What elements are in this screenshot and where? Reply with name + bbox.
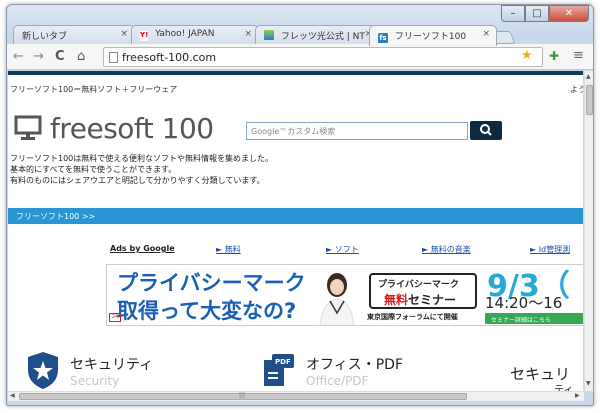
intro-line: フリーソフト100は無料で使える便利なソフトや無料情報を集めました。 (10, 154, 274, 163)
ad-banner[interactable]: プライバシーマーク 取得って大変なの? 24 プライバシーマーク 無料セミナー … (106, 264, 583, 326)
custom-search-input[interactable]: Google™カスタム検索 (246, 122, 468, 140)
seminar-box-label: 無料セミナー (384, 291, 456, 308)
ad-link-id-management[interactable]: ► Id管理測 (530, 244, 570, 255)
ads-by-google-label[interactable]: Ads by Google (110, 244, 175, 253)
tab-yahoo[interactable]: Y! Yahoo! JAPAN × (131, 25, 259, 45)
page-viewport: フリーソフト100＝無料ソフト＋フリーウェア ようこ freesoft 100 … (8, 71, 583, 391)
search-icon (480, 124, 492, 136)
seminar-free-label: 無料 (384, 293, 409, 307)
intro-line: 有料のものにはシェアウエアと明記して分かりやすく分類しています。 (10, 176, 265, 185)
header-stripe (8, 71, 583, 75)
horizontal-scrollbar[interactable]: ◀ ||| ▶ (8, 391, 584, 401)
freesoft-favicon-icon: fs (378, 33, 388, 43)
bookmark-star-icon[interactable]: ★ (521, 48, 533, 63)
tab-new-tab[interactable]: 新しいタブ × (13, 25, 135, 45)
scroll-up-arrow-icon[interactable]: ▲ (586, 73, 591, 80)
chrome-menu-icon[interactable]: ≡ (573, 48, 584, 63)
logo-text: freesoft 100 (50, 111, 214, 145)
page-icon (109, 52, 118, 63)
seminar-box: プライバシーマーク 無料セミナー (369, 273, 477, 309)
tab-label: フリーソフト100 (394, 32, 467, 42)
pdf-document-icon: PDF (264, 354, 294, 386)
shield-icon (28, 352, 58, 389)
tab-close-icon[interactable]: × (482, 29, 490, 39)
tab-label: Yahoo! JAPAN (155, 29, 215, 39)
back-button[interactable]: ← (13, 49, 24, 64)
browser-window: 新しいタブ × Y! Yahoo! JAPAN × フレッツ光公式 | NT ×… (6, 4, 594, 406)
monitor-icon (14, 115, 42, 140)
scroll-left-arrow-icon[interactable]: ◀ (10, 392, 15, 399)
welcome-text: ようこ (570, 85, 583, 94)
seminar-details-button[interactable]: セミナー詳細はこちら (485, 313, 583, 324)
banner-badge: 24 (109, 313, 121, 322)
tab-strip: 新しいタブ × Y! Yahoo! JAPAN × フレッツ光公式 | NT ×… (7, 5, 593, 46)
window-controls: – □ ✕ (501, 5, 589, 22)
tab-label: フレッツ光公式 | NT (280, 32, 365, 42)
tab-flets[interactable]: フレッツ光公式 | NT × (255, 25, 379, 45)
section-nav-link[interactable]: フリーソフト100 >> (16, 211, 95, 222)
reload-button[interactable]: C (55, 49, 65, 64)
address-bar[interactable]: freesoft-100.com (103, 47, 543, 67)
minimize-button[interactable]: – (501, 5, 525, 22)
address-url: freesoft-100.com (122, 51, 217, 64)
tab-close-icon[interactable]: × (244, 29, 252, 39)
scroll-right-arrow-icon[interactable]: ▶ (575, 392, 580, 399)
yahoo-favicon-icon: Y! (140, 31, 149, 41)
ad-link-free[interactable]: ► 無料 (216, 244, 241, 255)
ad-link-free-music[interactable]: ► 無料の音楽 (422, 244, 471, 255)
browser-toolbar: ← → C ⌂ freesoft-100.com ★ ✚ ≡ (7, 44, 593, 70)
banner-headline-2: 取得って大変なの? (117, 299, 297, 323)
home-button[interactable]: ⌂ (77, 49, 85, 64)
close-window-button[interactable]: ✕ (549, 5, 589, 22)
extension-icon[interactable]: ✚ (549, 49, 559, 63)
site-logo[interactable]: freesoft 100 (14, 111, 214, 145)
seminar-time: 14:20〜16 (485, 294, 563, 312)
ad-links-row: Ads by Google ► 無料 ► ソフト ► 無料の音楽 ► Id管理測 (8, 244, 583, 256)
category-title: セキュリティ (70, 357, 154, 373)
banner-headline-1: プライバシーマーク (117, 271, 306, 295)
category-subtitle: Security (70, 374, 120, 388)
category-subtitle: Office/PDF (306, 374, 369, 388)
cut-off-category-subtitle: ティ (554, 385, 574, 391)
ad-link-software[interactable]: ► ソフト (326, 244, 359, 255)
svg-text:PDF: PDF (275, 358, 291, 366)
intro-text: フリーソフト100は無料で使える便利なソフトや無料情報を集めました。 基本的にす… (10, 153, 273, 186)
seminar-label: セミナー (408, 293, 457, 307)
category-office-pdf[interactable]: PDF オフィス・PDF Office/PDF (262, 350, 462, 390)
scroll-grip-icon: ||| (239, 392, 246, 399)
search-button[interactable] (470, 121, 502, 140)
seminar-box-title: プライバシーマーク (378, 280, 459, 290)
intro-line: 基本的にすべてを無料で使うことができます。 (10, 165, 177, 174)
scroll-down-arrow-icon[interactable]: ▼ (586, 380, 591, 387)
section-nav-bar[interactable]: フリーソフト100 >> (8, 208, 583, 224)
forward-button[interactable]: → (33, 49, 44, 64)
vertical-scroll-thumb[interactable] (586, 85, 593, 115)
flets-favicon-icon (264, 30, 274, 40)
tab-close-icon[interactable]: × (120, 29, 128, 39)
category-security[interactable]: セキュリティ Security (26, 350, 226, 390)
site-tagline: フリーソフト100＝無料ソフト＋フリーウェア (10, 85, 178, 94)
tab-freesoft100[interactable]: fs フリーソフト100 × (369, 25, 497, 46)
seminar-venue: 東京国際フォーラムにて開催 (367, 313, 458, 321)
tab-label: 新しいタブ (22, 32, 68, 42)
category-title: オフィス・PDF (306, 357, 403, 373)
woman-photo-icon (319, 273, 355, 325)
vertical-scrollbar[interactable]: ▲ ▼ (584, 71, 593, 391)
maximize-button[interactable]: □ (525, 5, 549, 22)
